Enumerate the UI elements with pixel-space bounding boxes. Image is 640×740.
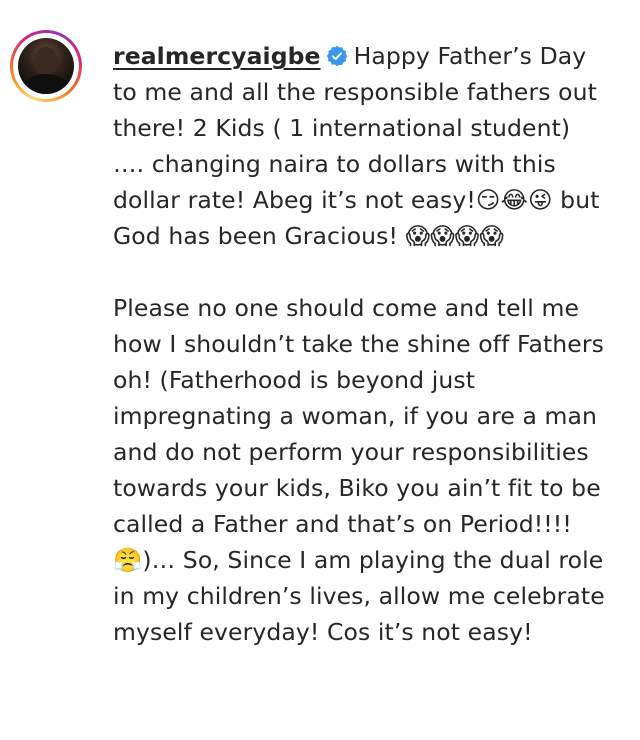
instagram-post-caption: realmercyaigbe Happy Father’s Day to me a…	[0, 0, 640, 740]
avatar-face	[34, 47, 58, 75]
caption-paragraph-1: realmercyaigbe Happy Father’s Day to me a…	[113, 38, 605, 254]
caption-paragraph-2: Please no one should come and tell me ho…	[113, 294, 605, 646]
username-link[interactable]: realmercyaigbe	[113, 42, 321, 70]
verified-badge-icon	[326, 45, 348, 67]
caption: realmercyaigbe Happy Father’s Day to me a…	[113, 38, 605, 650]
caption-text-1: Happy Father’s Day to me and all the res…	[113, 42, 600, 250]
avatar[interactable]	[18, 38, 74, 94]
story-ring[interactable]	[10, 30, 82, 102]
avatar-body	[22, 74, 70, 94]
